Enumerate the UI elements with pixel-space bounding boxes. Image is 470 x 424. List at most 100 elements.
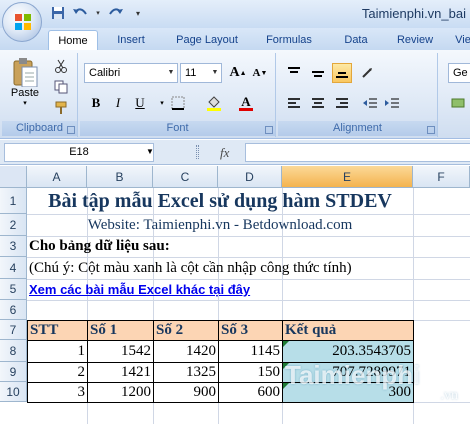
row-header-5[interactable]: 5 (0, 279, 27, 300)
tab-formulas[interactable]: Formulas (258, 30, 320, 50)
row-header-2[interactable]: 2 (0, 214, 27, 236)
table-cell[interactable]: 900 (153, 382, 219, 403)
fill-bucket-icon (207, 96, 221, 111)
data-intro[interactable]: Cho bảng dữ liệu sau: (29, 236, 170, 257)
select-all-button[interactable] (0, 166, 27, 188)
customize-toolbar-icon[interactable]: ▾ (130, 5, 146, 21)
row-header-4[interactable]: 4 (0, 257, 27, 279)
align-center-icon (312, 98, 324, 108)
more-examples-link[interactable]: Xem các bài mẫu Excel khác tại đây (29, 279, 250, 300)
column-header-e[interactable]: E (282, 166, 413, 188)
header-so3[interactable]: Số 3 (218, 320, 283, 341)
row-header-6[interactable]: 6 (0, 300, 27, 320)
column-header-b[interactable]: B (87, 166, 153, 188)
tab-page-layout[interactable]: Page Layout (168, 30, 246, 50)
result-cell[interactable]: 707.7289971 (282, 362, 414, 383)
increase-indent-button[interactable] (382, 93, 402, 113)
number-format-select[interactable]: Ge (448, 63, 470, 83)
name-box-dropdown-icon[interactable]: ▼ (146, 147, 154, 156)
tab-home[interactable]: Home (48, 30, 98, 50)
alignment-launcher-icon[interactable] (427, 126, 435, 134)
table-cell[interactable]: 150 (218, 362, 283, 383)
format-painter-button[interactable] (52, 99, 70, 117)
error-indicator-icon[interactable] (283, 383, 289, 389)
font-color-button[interactable]: A (236, 93, 256, 113)
font-size-select[interactable]: 11 ▼ (180, 63, 222, 83)
row-header-10[interactable]: 10 (0, 382, 27, 402)
align-middle-icon (312, 71, 324, 77)
clipboard-launcher-icon[interactable] (67, 126, 75, 134)
formula-input[interactable] (245, 143, 470, 162)
cut-button[interactable] (52, 57, 70, 75)
column-header-d[interactable]: D (218, 166, 282, 188)
splitter-handle[interactable] (196, 145, 199, 159)
office-button[interactable] (2, 2, 42, 42)
row-header-8[interactable]: 8 (0, 340, 27, 362)
row-header-3[interactable]: 3 (0, 236, 27, 257)
top-align-button[interactable] (284, 63, 304, 83)
formula-note[interactable]: (Chú ý: Cột màu xanh là cột cần nhập côn… (29, 257, 352, 279)
column-header-c[interactable]: C (153, 166, 218, 188)
header-so2[interactable]: Số 2 (153, 320, 219, 341)
paste-icon (13, 58, 38, 87)
tab-view[interactable]: Vie (448, 30, 470, 50)
header-so1[interactable]: Số 1 (87, 320, 154, 341)
italic-button[interactable]: I (108, 93, 128, 113)
tab-review[interactable]: Review (392, 30, 438, 50)
bottom-align-button[interactable] (332, 63, 352, 83)
grow-font-button[interactable]: A ▲ (228, 63, 248, 83)
borders-button[interactable] (168, 93, 188, 113)
shrink-font-button[interactable]: A ▼ (250, 63, 270, 83)
tab-insert[interactable]: Insert (108, 30, 154, 50)
underline-button[interactable]: U (130, 93, 150, 113)
currency-button[interactable] (448, 93, 468, 113)
error-indicator-icon[interactable] (283, 341, 289, 347)
undo-dropdown-icon[interactable]: ▾ (94, 5, 102, 21)
decrease-indent-icon (363, 98, 377, 108)
header-stt[interactable]: STT (27, 320, 88, 341)
header-ket-qua[interactable]: Kết quả (282, 320, 414, 341)
align-left-button[interactable] (284, 93, 304, 113)
insert-function-button[interactable]: fx (220, 143, 242, 162)
font-family-select[interactable]: Calibri ▼ (84, 63, 178, 83)
table-cell[interactable]: 1421 (87, 362, 154, 383)
align-right-button[interactable] (332, 93, 352, 113)
table-cell[interactable]: 3 (27, 382, 88, 403)
decrease-indent-button[interactable] (360, 93, 380, 113)
fill-color-button[interactable] (204, 93, 224, 113)
table-cell[interactable]: 1200 (87, 382, 154, 403)
sheet-website[interactable]: Website: Taimienphi.vn - Betdownload.com (27, 214, 413, 236)
tab-data[interactable]: Data (334, 30, 378, 50)
align-center-button[interactable] (308, 93, 328, 113)
middle-align-button[interactable] (308, 63, 328, 83)
column-header-f[interactable]: F (413, 166, 470, 188)
name-box[interactable]: E18 (4, 143, 154, 162)
result-cell[interactable]: 203.3543705 (282, 340, 414, 363)
sheet-title[interactable]: Bài tập mẫu Excel sử dụng hàm STDEV (27, 188, 413, 214)
save-icon[interactable] (50, 5, 66, 21)
paste-button[interactable]: Paste ▾ (8, 57, 42, 107)
error-indicator-icon[interactable] (283, 363, 289, 369)
row-header-9[interactable]: 9 (0, 362, 27, 382)
table-cell[interactable]: 1542 (87, 340, 154, 363)
font-family-value: Calibri (89, 67, 121, 79)
row-header-7[interactable]: 7 (0, 320, 27, 340)
number-group: Ge (440, 53, 470, 137)
redo-icon[interactable] (108, 5, 124, 21)
result-cell[interactable]: 300 (282, 382, 414, 403)
table-cell[interactable]: 1 (27, 340, 88, 363)
table-cell[interactable]: 1420 (153, 340, 219, 363)
bold-button[interactable]: B (86, 93, 106, 113)
alignment-group: Alignment (278, 53, 438, 137)
copy-button[interactable] (52, 78, 70, 96)
table-cell[interactable]: 600 (218, 382, 283, 403)
table-cell[interactable]: 1325 (153, 362, 219, 383)
orientation-button[interactable] (360, 63, 380, 83)
row-header-1[interactable]: 1 (0, 188, 27, 214)
font-group: Calibri ▼ 11 ▼ A ▲ A ▼ B I U ▾ A Font (80, 53, 276, 137)
undo-icon[interactable] (72, 5, 88, 21)
column-header-a[interactable]: A (27, 166, 87, 188)
table-cell[interactable]: 2 (27, 362, 88, 383)
table-cell[interactable]: 1145 (218, 340, 283, 363)
font-launcher-icon[interactable] (265, 126, 273, 134)
